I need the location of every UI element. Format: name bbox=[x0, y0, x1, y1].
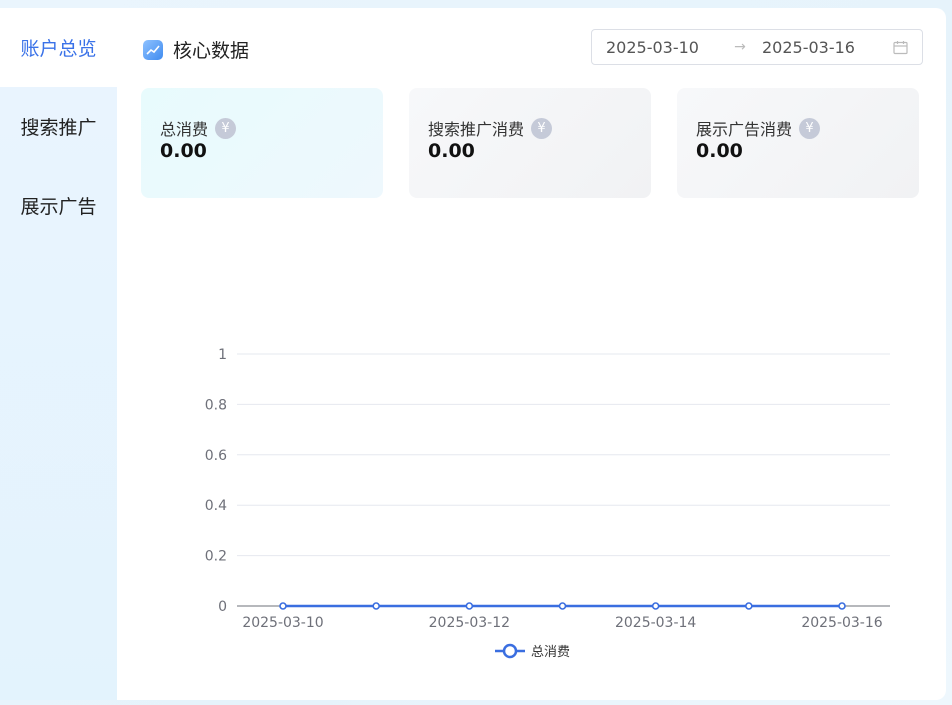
spend-line-chart: 1 0.8 0.6 0.4 0.2 0 2025-03-10 2025-03-12 2025-0… bbox=[205, 347, 890, 660]
data-point bbox=[745, 602, 753, 610]
sidebar-item-display-ads[interactable]: 展示广告 bbox=[0, 166, 117, 245]
legend-label: 总消费 bbox=[531, 645, 570, 660]
data-point bbox=[372, 602, 380, 610]
data-point bbox=[651, 602, 660, 610]
sidebar-item-search-promotion[interactable]: 搜索推广 bbox=[0, 87, 117, 166]
main-panel: 核心数据 2025-03-10 → 2025-03-16 总消费 ¥ 0.00 搜… bbox=[117, 8, 946, 700]
x-tick-label: 2025-03-12 bbox=[429, 615, 510, 631]
y-tick-label: 0.6 bbox=[205, 448, 227, 464]
y-tick-label: 0.4 bbox=[205, 498, 227, 514]
data-point bbox=[465, 602, 474, 610]
data-point bbox=[558, 602, 567, 610]
x-tick-label: 2025-03-10 bbox=[242, 615, 323, 631]
y-tick-label: 0.8 bbox=[205, 397, 227, 413]
sidebar: 账户总览 搜索推广 展示广告 bbox=[0, 8, 117, 700]
y-tick-label: 0.2 bbox=[205, 549, 227, 565]
x-tick-label: 2025-03-14 bbox=[615, 615, 696, 631]
legend-marker bbox=[502, 643, 518, 659]
y-tick-label: 0 bbox=[218, 599, 227, 615]
y-tick-label: 1 bbox=[218, 347, 227, 363]
data-point bbox=[279, 602, 287, 610]
sidebar-item-overview[interactable]: 账户总览 bbox=[0, 8, 117, 87]
x-tick-label: 2025-03-16 bbox=[801, 615, 882, 631]
data-point bbox=[838, 602, 846, 610]
